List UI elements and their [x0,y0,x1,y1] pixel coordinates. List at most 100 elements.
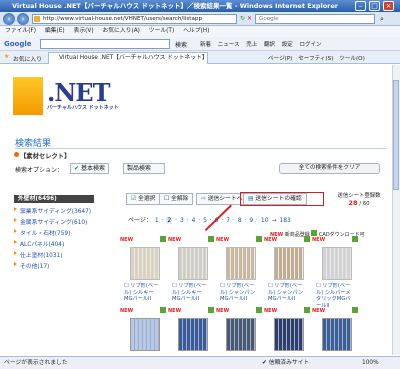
page-link[interactable]: 1 [155,217,159,224]
sidebar-item[interactable]: 仕上塗材(1031) [14,250,62,259]
cad-icon[interactable] [208,236,214,242]
product-name[interactable]: ☐ リブ形(ベール) シルキーMGバールII [172,283,208,303]
status-text: ページが表示されました [4,360,68,366]
menu-bar: ファイル(F) 編集(E) 表示(V) お気に入り(A) ツール(T) ヘルプ(… [0,26,400,37]
sidebar-header[interactable]: 外壁材(6496) [14,195,94,203]
product-thumbnail[interactable] [322,318,352,351]
product-name[interactable]: ☐ リブ形(ベール) シルキーMGバールII [124,283,160,303]
tab-basic-search[interactable]: ✔ 基本検索 [70,163,109,174]
menu-tools[interactable]: ツール(T) [149,28,174,34]
deselect-all-button[interactable]: ☐ 全解除 [159,193,194,205]
tab-bar: ★ お気に入り Virtual House .NET【バーチャルハウス ドットネ… [0,51,400,64]
product-thumbnail[interactable] [178,247,208,280]
cad-icon[interactable] [160,307,166,313]
refresh-icon[interactable]: ↻ [240,15,245,22]
page-link[interactable]: 10 [261,217,269,224]
page-link[interactable]: 7 [226,217,230,224]
product-thumbnail[interactable] [274,318,304,351]
zoom-level[interactable]: 100% [362,357,379,369]
google-toolbar-items[interactable]: 新着 ニュース 売上 翻訳 設定 ログイン [200,40,322,48]
menu-help[interactable]: ヘルプ(H) [183,28,209,34]
tab-active[interactable]: Virtual House .NET【バーチャルハウス ドットネット】 [48,52,208,64]
last-page-link[interactable]: 183 [279,217,290,224]
cad-icon[interactable] [256,236,262,242]
window-title: Virtual House .NET【バーチャルハウス ドットネット】／検索結果… [0,0,400,12]
new-badge: NEW [168,237,182,243]
options-label: 検索オプション： [15,167,64,174]
product-thumbnail[interactable] [322,247,352,280]
google-search-input[interactable] [40,39,170,49]
page-link[interactable]: 9 [249,217,253,224]
site-logo[interactable] [13,77,43,115]
new-badge: NEW [264,308,278,314]
page-link[interactable]: 5 [203,217,207,224]
page-icon [34,16,40,22]
cad-icon[interactable] [208,307,214,313]
cad-icon[interactable] [256,307,262,313]
product-name[interactable]: ☐ リブ形(ベール) シャンパンMGバールII [268,283,304,303]
menu-favorites[interactable]: お気に入り(A) [102,28,139,34]
product-thumbnail[interactable] [178,318,208,351]
cad-icon [311,230,318,236]
security-zone: ✔ 信頼済みサイト [262,360,310,366]
product-name[interactable]: ☐ リブ形(ベール) シャンパンMGバールII [220,283,256,303]
cad-icon[interactable] [352,307,358,313]
product-thumbnail[interactable] [226,247,256,280]
cad-icon[interactable] [304,236,310,242]
favorites-button[interactable]: お気に入り [13,54,42,63]
page-link[interactable]: 3 [180,217,184,224]
logo-subtitle: バーチャルハウス ドットネット [47,105,119,111]
menu-file[interactable]: ファイル(F) [5,28,36,34]
new-badge: NEW [264,237,278,243]
minimize-button[interactable]: – [355,1,366,11]
product-thumbnail[interactable] [130,318,160,351]
forward-icon[interactable]: › [17,13,29,25]
command-bar[interactable]: ページ(P) セーフティ(S) ツール(O) [268,54,365,62]
product-thumbnail[interactable] [226,318,256,351]
new-badge: NEW [168,308,182,314]
product-thumbnail[interactable] [274,247,304,280]
url-field[interactable]: http://www.virtual-house.net/VHNET/users… [32,14,237,24]
status-bar: ページが表示されました ✔ 信頼済みサイト 100% [0,356,400,369]
google-toolbar: Google 検索 新着 ニュース 売上 翻訳 設定 ログイン [0,37,400,51]
menu-view[interactable]: 表示(V) [74,28,94,34]
scrollbar-thumb[interactable] [393,80,399,190]
sidebar-item[interactable]: タイル・石材(759) [14,228,70,237]
page-link[interactable]: 6 [215,217,219,224]
subheading: 【素材セレクト】 [20,153,71,160]
new-badge: NEW [216,237,230,243]
sidebar-item[interactable]: 金属系サイディング(610) [14,217,87,226]
next-page-link[interactable]: → [271,217,276,224]
search-input[interactable]: Google [255,14,375,24]
favorites-star-icon[interactable]: ★ [4,53,9,60]
page-link[interactable]: 4 [192,217,196,224]
sidebar-item[interactable]: 窯業系サイディング(3647) [14,206,91,215]
page-link[interactable]: 8 [238,217,242,224]
stop-icon[interactable]: ✕ [247,15,252,22]
product-thumbnail[interactable] [130,247,160,280]
sheet-counter: 送信シート登録数 28 / 60 [337,193,381,207]
page-content: .NET バーチャルハウス ドットネット 検索結果 【素材セレクト】 検索オプシ… [0,65,392,355]
cad-icon[interactable] [160,236,166,242]
select-all-button[interactable]: ☑ 全選択 [126,193,161,205]
divider [15,148,387,149]
maximize-button[interactable]: □ [369,1,380,11]
cad-icon[interactable] [304,307,310,313]
back-icon[interactable]: ‹ [3,13,15,25]
product-name[interactable]: ☐ リブ形(ベール) シルバーメタリックMGバールII [316,283,352,309]
menu-edit[interactable]: 編集(E) [45,28,65,34]
new-badge: NEW [120,308,134,314]
pagination: ページ： 1 · 2 · 3 · 4 · 5 · 6 · 7 · 8 · 9 ·… [128,217,291,224]
sidebar-item[interactable]: ALCパネル(404) [14,239,64,248]
new-badge: NEW [312,237,326,243]
search-icon[interactable]: ⌕ [380,15,384,24]
clear-conditions-button[interactable]: 全ての検索条件をクリア [279,163,380,174]
tab-product-search[interactable]: 製品検索 [123,163,165,174]
close-button[interactable]: × [383,1,394,11]
page-current: 2 [166,217,173,224]
sidebar-item[interactable]: その他(17) [14,261,49,270]
cad-icon[interactable] [352,236,358,242]
google-search-button[interactable]: 検索 [175,40,187,49]
bullet-icon [14,152,19,157]
logo-text[interactable]: .NET [47,78,110,107]
